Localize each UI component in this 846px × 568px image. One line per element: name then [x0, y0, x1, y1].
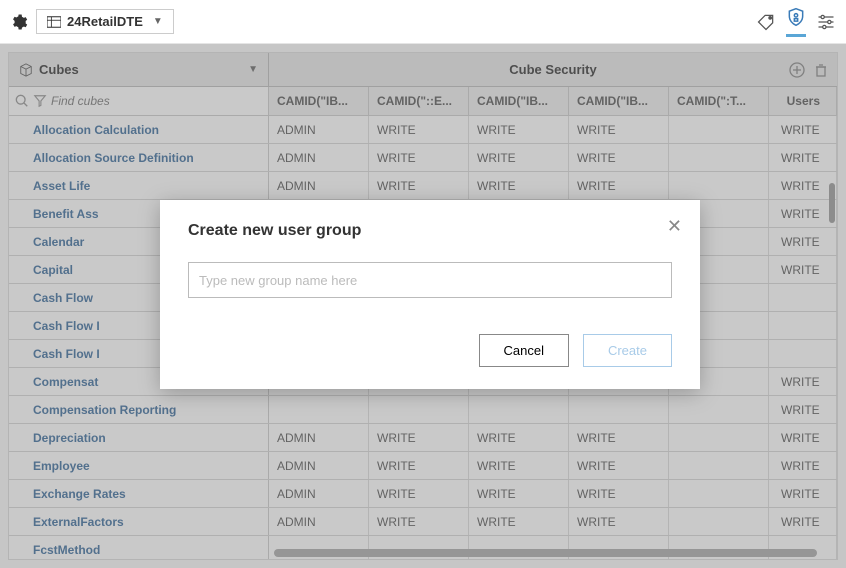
database-icon — [47, 16, 61, 28]
topbar-actions — [756, 7, 836, 37]
group-name-input[interactable] — [188, 262, 672, 298]
gear-icon[interactable] — [10, 13, 28, 31]
create-group-modal: ✕ Create new user group Cancel Create — [160, 200, 700, 389]
datasource-selector[interactable]: 24RetailDTE ▼ — [36, 9, 174, 34]
datasource-name: 24RetailDTE — [67, 14, 143, 29]
tag-icon[interactable] — [756, 12, 776, 32]
modal-title: Create new user group — [188, 222, 672, 240]
topbar: 24RetailDTE ▼ — [0, 0, 846, 44]
caret-down-icon: ▼ — [153, 16, 163, 27]
close-icon[interactable]: ✕ — [667, 216, 682, 237]
cancel-button[interactable]: Cancel — [479, 334, 569, 367]
sliders-icon[interactable] — [816, 12, 836, 32]
create-button[interactable]: Create — [583, 334, 672, 367]
shield-icon[interactable] — [786, 7, 806, 27]
